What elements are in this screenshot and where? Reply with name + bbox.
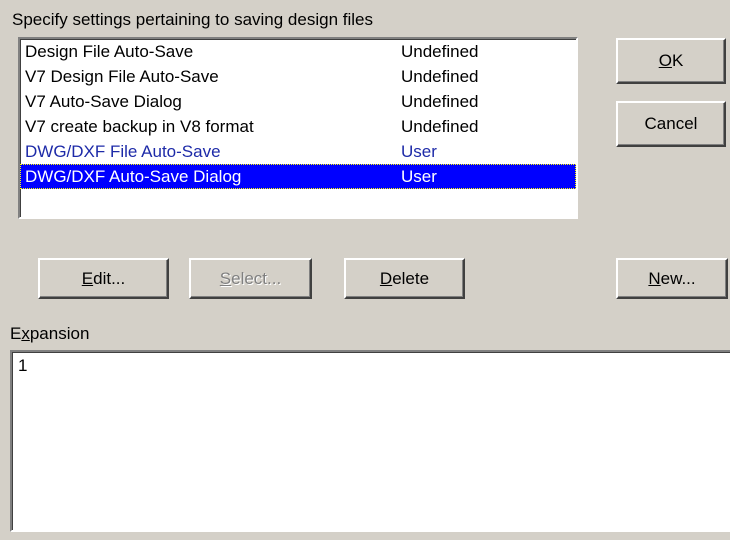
cancel-button[interactable]: Cancel [616,101,726,147]
expansion-label: Expansion [10,324,89,344]
button-label-pre: Cancel [644,114,698,133]
settings-listbox[interactable]: Design File Auto-Save Undefined V7 Desig… [18,37,578,219]
list-item-value: Undefined [401,67,479,86]
select-button[interactable]: Select... [189,258,312,299]
expansion-label-accelerator: x [21,324,30,343]
list-item-name: DWG/DXF File Auto-Save [25,142,221,161]
dialog-heading: Specify settings pertaining to saving de… [12,10,373,29]
button-accelerator: E [81,269,94,288]
list-item-name: Design File Auto-Save [25,42,194,61]
delete-button[interactable]: Delete [344,258,465,299]
list-item-value: Undefined [401,117,479,136]
list-item-selected[interactable]: DWG/DXF Auto-Save Dialog User [20,164,576,189]
button-accelerator: O [658,51,672,70]
button-label-post: elete [392,269,430,288]
button-accelerator: N [648,269,661,288]
expansion-label-post: pansion [29,324,90,343]
list-item[interactable]: V7 create backup in V8 format Undefined [20,114,576,139]
button-accelerator: D [379,269,393,288]
list-item-name: V7 Auto-Save Dialog [25,92,182,111]
list-item-name: V7 create backup in V8 format [25,117,254,136]
button-label-post: dit... [93,269,126,288]
list-item[interactable]: DWG/DXF File Auto-Save User [20,139,576,164]
button-label-post: K [671,51,684,70]
list-item-name: V7 Design File Auto-Save [25,67,219,86]
expansion-label-pre: E [10,324,22,343]
list-item-value: Undefined [401,42,479,61]
button-label-post: elect... [231,269,282,288]
list-item[interactable]: V7 Design File Auto-Save Undefined [20,64,576,89]
ok-button[interactable]: OK [616,38,726,84]
new-button[interactable]: New... [616,258,728,299]
expansion-textarea[interactable]: 1 [10,350,730,532]
list-item[interactable]: V7 Auto-Save Dialog Undefined [20,89,576,114]
button-accelerator: S [219,269,232,288]
list-item-value: User [401,167,437,186]
button-label-post: ew... [660,269,696,288]
list-item-name: DWG/DXF Auto-Save Dialog [25,167,242,186]
list-item-value: Undefined [401,92,479,111]
edit-button[interactable]: Edit... [38,258,169,299]
list-item-value: User [401,142,437,161]
list-item[interactable]: Design File Auto-Save Undefined [20,39,576,64]
